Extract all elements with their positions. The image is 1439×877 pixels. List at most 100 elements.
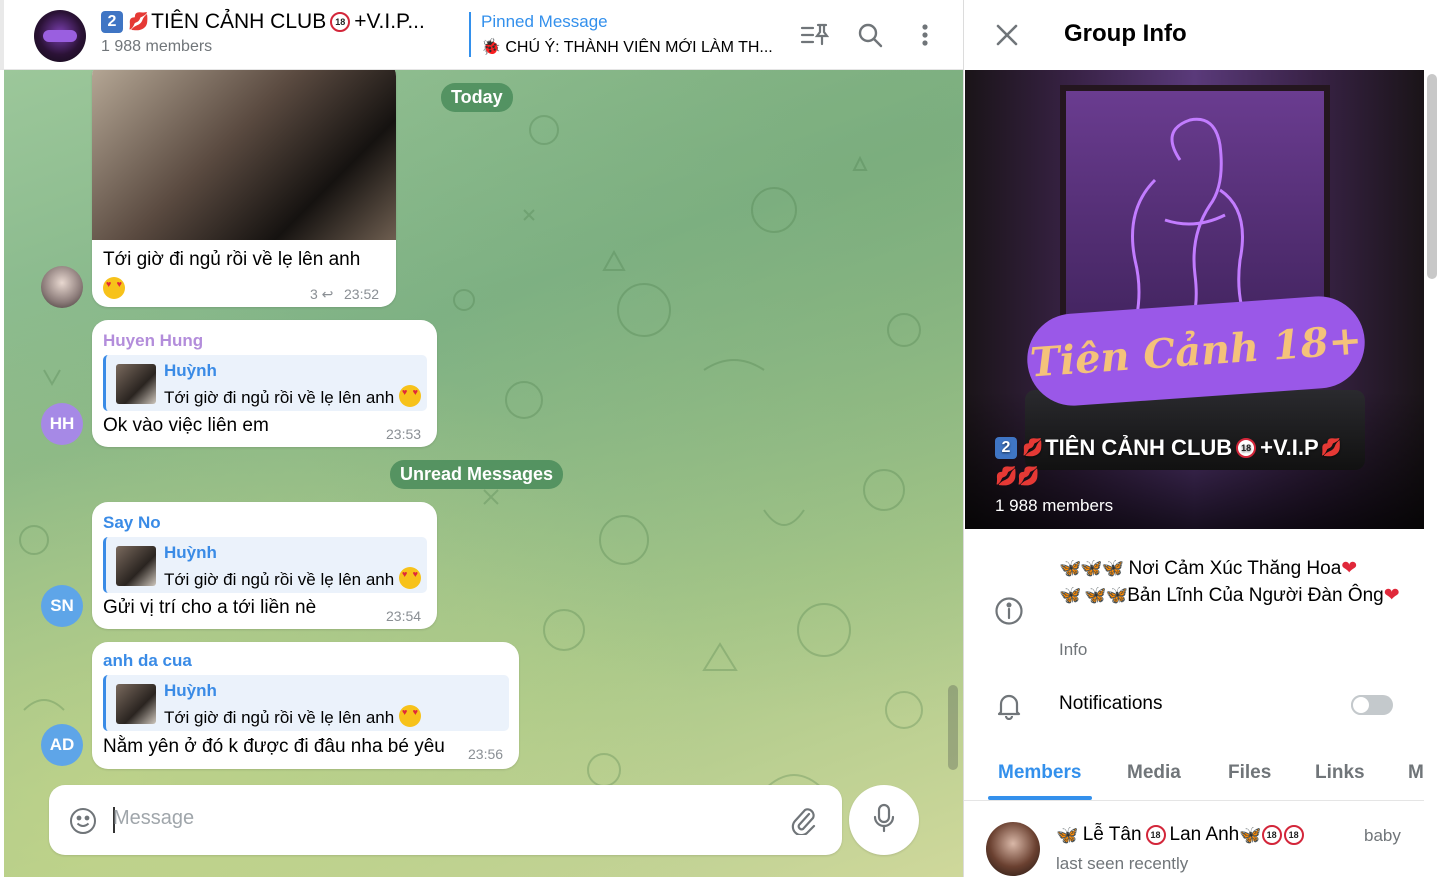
reply-author: Huỳnh — [164, 543, 217, 562]
reply-quote[interactable]: Huỳnh Tới giờ đi ngủ rồi về lẹ lên anh — [103, 537, 427, 593]
chat-background: Tới giờ đi ngủ rồi về lẹ lên anh 3 ↩ 23:… — [4, 70, 963, 877]
heart-eyes-emoji-icon — [103, 277, 125, 299]
chat-title-text: TIÊN CẢNH CLUB — [151, 10, 327, 33]
search-icon[interactable] — [853, 18, 887, 52]
message-photo-bubble[interactable]: Tới giờ đi ngủ rồi về lẹ lên anh 3 ↩ 23:… — [92, 70, 396, 307]
avatar[interactable]: SN — [41, 585, 83, 627]
bell-icon — [994, 690, 1024, 725]
chat-scrollbar[interactable] — [948, 685, 958, 770]
butterfly-icons: 🦋🦋🦋 — [1059, 558, 1124, 578]
message-text: Ok vào việc liên em — [103, 415, 269, 436]
reply-author: Huỳnh — [164, 681, 217, 700]
butterfly-icon: 🦋 — [1056, 824, 1078, 845]
kiss-icon: 💋 — [1320, 438, 1342, 457]
description-line-2: Bản Lĩnh Của Người Đàn Ông — [1127, 585, 1384, 606]
tabs-divider — [964, 800, 1424, 801]
reply-text: Tới giờ đi ngủ rồi về lẹ lên anh — [164, 385, 421, 408]
reply-thumbnail — [116, 684, 156, 724]
info-scrollbar[interactable] — [1427, 74, 1437, 279]
reply-thumbnail — [116, 546, 156, 586]
group-avatar[interactable] — [34, 10, 86, 62]
group-description: 🦋🦋🦋 Nơi Cảm Xúc Thăng Hoa❤ 🦋 🦋🦋Bản Lĩnh … — [1059, 555, 1409, 609]
group-name-text: TIÊN CẢNH CLUB — [1045, 435, 1233, 460]
microphone-icon — [872, 803, 896, 838]
group-cover-photo[interactable]: Tiên Cảnh 18+ 2 💋 TIÊN CẢNH CLUB 18 +V.I… — [965, 70, 1424, 529]
tab-files[interactable]: Files — [1228, 762, 1271, 784]
emoji-icon[interactable] — [69, 807, 97, 840]
message-text: Gửi vị trí cho a tới liền nè — [103, 597, 317, 618]
butterfly-icons: 🦋 🦋🦋 — [1059, 585, 1128, 605]
info-icon — [994, 596, 1024, 631]
reply-text: Tới giờ đi ngủ rồi về lẹ lên anh — [164, 705, 421, 728]
tab-members[interactable]: Members — [998, 762, 1081, 784]
member-count: 1 988 members — [101, 38, 213, 55]
message-time: 23:52 — [344, 286, 380, 302]
close-icon[interactable] — [994, 22, 1020, 53]
message-composer[interactable]: Message — [49, 785, 842, 855]
pinned-label: Pinned Message — [481, 12, 608, 31]
group-name-vip: +V.I.P — [1260, 435, 1319, 460]
panel-title: Group Info — [1064, 20, 1187, 47]
chat-header[interactable]: 2 💋 TIÊN CẢNH CLUB 18 +V.I.P... 1 988 me… — [0, 0, 963, 70]
member-role: baby — [1364, 826, 1401, 845]
avatar[interactable] — [986, 822, 1040, 876]
reply-text: Tới giờ đi ngủ rồi về lẹ lên anh — [164, 567, 421, 590]
message-text: Tới giờ đi ngủ rồi về lẹ lên anh — [103, 249, 361, 270]
message-bubble[interactable]: Say No Huỳnh Tới giờ đi ngủ rồi về lẹ lê… — [92, 502, 437, 629]
unread-separator: Unread Messages — [390, 460, 564, 489]
heart-icon: ❤ — [1341, 558, 1358, 579]
number-badge: 2 — [101, 11, 123, 33]
heart-eyes-emoji-icon — [398, 567, 421, 589]
reply-count[interactable]: 3 ↩ — [310, 286, 333, 303]
sender-name[interactable]: Say No — [103, 513, 161, 533]
reply-quote[interactable]: Huỳnh Tới giờ đi ngủ rồi về lẹ lên anh — [103, 355, 427, 411]
sender-name[interactable]: Huyen Hung — [103, 331, 203, 351]
message-photo[interactable] — [92, 70, 396, 240]
kiss-icons: 💋💋 — [995, 466, 1040, 486]
message-bubble[interactable]: Huyen Hung Huỳnh Tới giờ đi ngủ rồi về l… — [92, 320, 437, 447]
heart-eyes-emoji-icon — [398, 705, 421, 727]
chat-title: 2 💋 TIÊN CẢNH CLUB 18 +V.I.P... — [101, 10, 461, 34]
message-bubble[interactable]: anh da cua Huỳnh Tới giờ đi ngủ rồi về l… — [92, 642, 519, 769]
tab-more[interactable]: M — [1408, 762, 1424, 784]
group-member-count: 1 988 members — [995, 496, 1114, 515]
member-list-item[interactable]: 🦋 Lễ Tân 18 Lan Anh 🦋 18 18 last seen rece… — [964, 812, 1424, 877]
age-18-icon: 18 — [330, 12, 351, 32]
pinned-message[interactable]: Pinned Message 🐞 CHÚ Ý: THÀNH VIÊN MỚI L… — [469, 12, 789, 57]
avatar[interactable]: HH — [41, 403, 83, 445]
reply-author: Huỳnh — [164, 361, 217, 380]
sender-name[interactable]: anh da cua — [103, 651, 192, 671]
notifications-label: Notifications — [1059, 693, 1163, 714]
message-time: 23:53 — [386, 426, 422, 442]
message-text: Nằm yên ở đó k được đi đâu nha bé yêu — [103, 736, 445, 757]
tab-media[interactable]: Media — [1127, 762, 1181, 784]
message-time: 23:56 — [468, 746, 504, 762]
description-line-1: Nơi Cảm Xúc Thăng Hoa — [1128, 558, 1342, 579]
microphone-button[interactable] — [849, 785, 919, 855]
notifications-toggle[interactable] — [1351, 695, 1393, 715]
chat-title-block[interactable]: 2 💋 TIÊN CẢNH CLUB 18 +V.I.P... 1 988 me… — [101, 10, 461, 56]
kiss-icon: 💋 — [1022, 438, 1044, 457]
heart-eyes-emoji-icon — [398, 385, 421, 407]
more-vertical-icon[interactable] — [908, 18, 942, 52]
member-status: last seen recently — [1056, 854, 1189, 873]
age-18-icon: 18 — [1236, 438, 1257, 458]
group-info-header: Group Info — [964, 0, 1439, 70]
pinned-text: 🐞 CHÚ Ý: THÀNH VIÊN MỚI LÀM TH... — [481, 39, 773, 56]
age-18-icon: 18 — [1283, 825, 1304, 845]
group-info-panel: Group Info Tiên Cảnh 18+ 2 💋 TIÊN CẢNH C… — [963, 0, 1439, 877]
kiss-icon: 💋 — [128, 12, 150, 31]
pinned-list-icon[interactable] — [797, 18, 831, 52]
avatar[interactable]: AD — [41, 724, 83, 766]
message-time: 23:54 — [386, 608, 422, 624]
description-caption: Info — [1059, 640, 1088, 659]
message-input[interactable]: Message — [113, 807, 194, 830]
chat-panel: 2 💋 TIÊN CẢNH CLUB 18 +V.I.P... 1 988 me… — [0, 0, 963, 877]
avatar[interactable] — [41, 266, 83, 308]
reply-quote[interactable]: Huỳnh Tới giờ đi ngủ rồi về lẹ lên anh — [103, 675, 509, 731]
reply-thumbnail — [116, 364, 156, 404]
age-18-icon: 18 — [1261, 825, 1282, 845]
date-separator: Today — [441, 83, 513, 112]
tab-links[interactable]: Links — [1315, 762, 1365, 784]
paperclip-icon[interactable] — [789, 805, 817, 840]
